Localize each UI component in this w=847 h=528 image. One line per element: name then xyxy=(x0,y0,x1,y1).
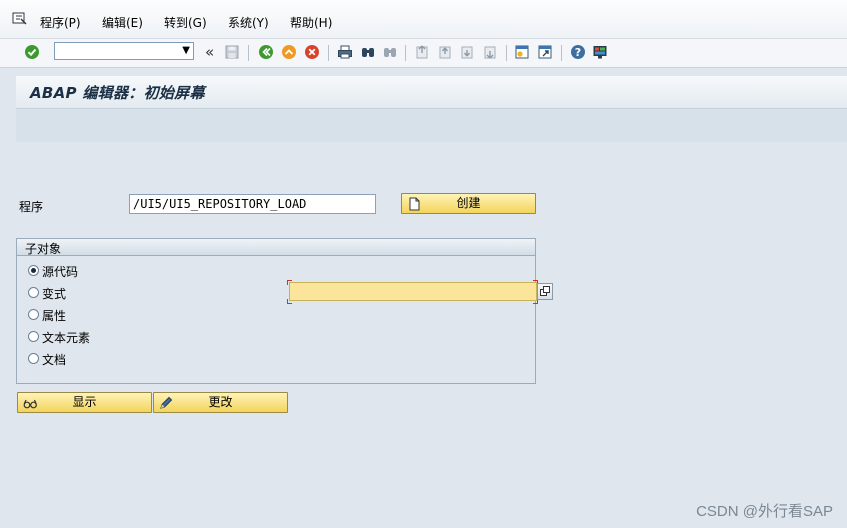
subobjects-group-title: 子对象 xyxy=(25,242,62,256)
glasses-icon xyxy=(22,395,38,411)
application-toolbar xyxy=(16,109,847,143)
collapse-command-icon[interactable]: « xyxy=(205,43,214,61)
menu-goto[interactable]: 转到(G) xyxy=(164,14,207,31)
toolbar-separator xyxy=(248,45,249,61)
radio-attributes[interactable] xyxy=(28,309,39,320)
menu-help[interactable]: 帮助(H) xyxy=(290,14,332,31)
radio-attributes-label[interactable]: 属性 xyxy=(42,307,66,324)
find-icon[interactable] xyxy=(360,44,376,60)
page-title: ABAP 编辑器：初始屏幕 xyxy=(30,84,205,102)
radio-variants[interactable] xyxy=(28,287,39,298)
program-input[interactable]: /UI5/UI5_REPOSITORY_LOAD xyxy=(129,194,376,214)
change-button-label: 更改 xyxy=(208,395,233,409)
pencil-icon xyxy=(158,395,174,411)
radio-source-code[interactable] xyxy=(28,265,39,276)
menu-edit[interactable]: 编辑(E) xyxy=(102,14,143,31)
subobjects-group-header: 子对象 xyxy=(17,239,535,256)
toolbar-separator xyxy=(405,45,406,61)
display-button[interactable]: 显示 xyxy=(17,392,152,413)
radio-variants-label[interactable]: 变式 xyxy=(42,285,66,302)
value-help-button[interactable] xyxy=(537,283,553,300)
back-icon[interactable] xyxy=(258,44,274,60)
new-session-icon[interactable] xyxy=(514,44,530,60)
previous-page-icon[interactable] xyxy=(437,44,453,60)
radio-text-elements-label[interactable]: 文本元素 xyxy=(42,329,90,346)
standard-toolbar: ▼ « ? xyxy=(0,38,847,68)
save-icon[interactable] xyxy=(224,44,240,60)
radio-source-code-label[interactable]: 源代码 xyxy=(42,263,78,280)
command-field[interactable]: ▼ xyxy=(54,42,194,60)
help-icon[interactable]: ? xyxy=(570,44,586,60)
create-button-label: 创建 xyxy=(456,196,481,210)
radio-documentation-label[interactable]: 文档 xyxy=(42,351,66,368)
gui-menu-icon[interactable] xyxy=(12,12,28,26)
value-help-icon xyxy=(540,286,550,296)
first-page-icon[interactable] xyxy=(414,44,430,60)
focus-corner xyxy=(287,299,292,304)
create-button[interactable]: 创建 xyxy=(401,193,536,214)
print-icon[interactable] xyxy=(337,44,353,60)
find-next-icon[interactable] xyxy=(382,44,398,60)
menu-program[interactable]: 程序(P) xyxy=(40,14,81,31)
variant-input[interactable] xyxy=(289,282,537,301)
radio-text-elements[interactable] xyxy=(28,331,39,342)
menu-bar: 程序(P) 编辑(E) 转到(G) 系统(Y) 帮助(H) xyxy=(0,0,847,38)
toolbar-separator xyxy=(328,45,329,61)
program-label: 程序 xyxy=(19,200,44,214)
focus-corner xyxy=(287,280,292,285)
new-document-icon xyxy=(406,196,422,212)
chevron-down-icon[interactable]: ▼ xyxy=(182,45,190,56)
toolbar-separator xyxy=(506,45,507,61)
display-button-label: 显示 xyxy=(72,395,97,409)
svg-text:?: ? xyxy=(575,46,581,59)
enter-check-icon[interactable] xyxy=(24,44,40,60)
toolbar-separator xyxy=(561,45,562,61)
menu-system[interactable]: 系统(Y) xyxy=(228,14,269,31)
cancel-icon[interactable] xyxy=(304,44,320,60)
screen-title-bar: ABAP 编辑器：初始屏幕 xyxy=(16,76,847,109)
exit-icon[interactable] xyxy=(281,44,297,60)
shortcut-icon[interactable] xyxy=(537,44,553,60)
next-page-icon[interactable] xyxy=(459,44,475,60)
watermark: CSDN @外行看SAP xyxy=(696,503,833,520)
last-page-icon[interactable] xyxy=(482,44,498,60)
subobjects-group: 子对象 xyxy=(16,238,536,384)
layout-menu-icon[interactable] xyxy=(592,44,608,60)
change-button[interactable]: 更改 xyxy=(153,392,288,413)
radio-documentation[interactable] xyxy=(28,353,39,364)
